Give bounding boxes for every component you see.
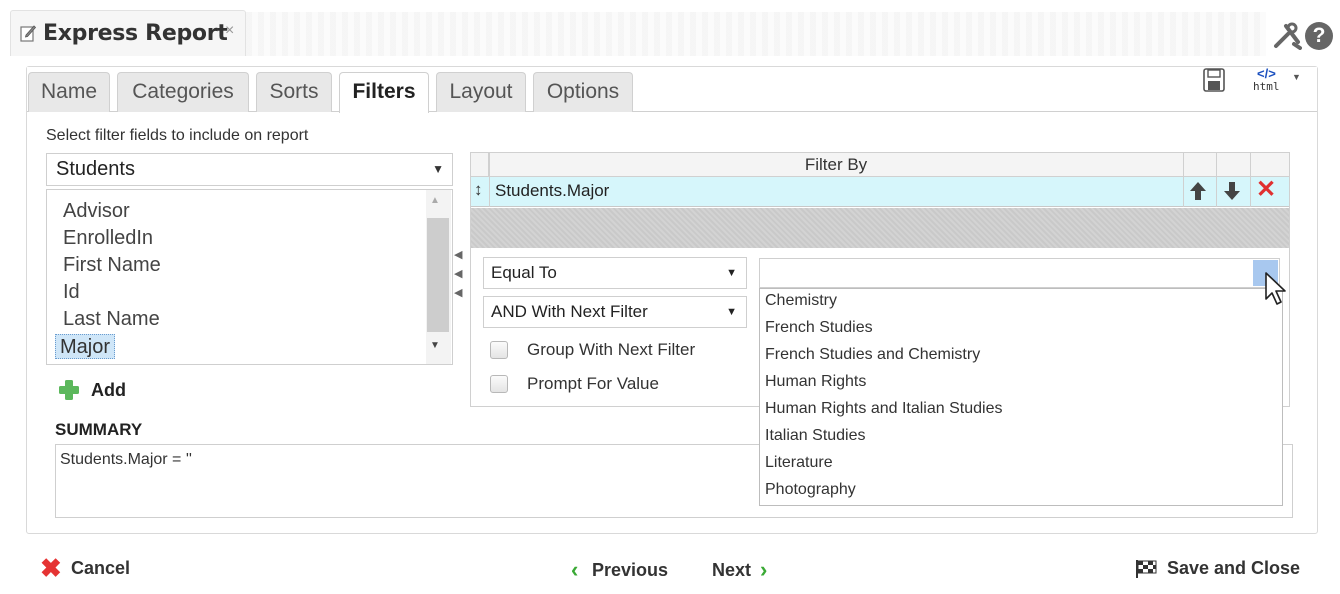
table-select-value: Students bbox=[56, 158, 135, 180]
edit-icon bbox=[20, 25, 36, 42]
scrollbar-thumb[interactable] bbox=[427, 218, 449, 332]
next-button-label: Next bbox=[712, 560, 752, 580]
list-item[interactable]: First Name bbox=[59, 253, 165, 278]
cancel-button-label: Cancel bbox=[71, 558, 131, 578]
summary-heading: SUMMARY bbox=[55, 420, 143, 439]
group-with-next-label: Group With Next Filter bbox=[527, 340, 696, 359]
column-divider bbox=[489, 153, 490, 207]
list-item-selected[interactable]: Major bbox=[55, 334, 116, 359]
move-handle-icon[interactable]: ↕ bbox=[474, 180, 483, 200]
title-bar-background bbox=[246, 12, 1266, 56]
join-select-value: AND With Next Filter bbox=[491, 302, 648, 321]
tab-categories[interactable]: Categories bbox=[117, 72, 249, 112]
tab-options[interactable]: Options bbox=[533, 72, 633, 112]
tools-icon[interactable] bbox=[1272, 22, 1302, 50]
chevron-down-icon: ▼ bbox=[726, 267, 737, 279]
add-button-label: Add bbox=[91, 380, 126, 400]
chevron-right-icon: › bbox=[760, 557, 768, 582]
list-item[interactable]: Last Name bbox=[59, 307, 164, 332]
list-item[interactable]: Italian Studies bbox=[765, 427, 866, 445]
help-icon[interactable]: ? bbox=[1305, 22, 1333, 50]
filter-grid-handle-column bbox=[471, 153, 489, 177]
filter-instruction: Select filter fields to include on repor… bbox=[46, 127, 309, 144]
chevron-left-icon: ‹ bbox=[571, 557, 579, 582]
save-and-close-label: Save and Close bbox=[1167, 558, 1301, 578]
tab-sorts[interactable]: Sorts bbox=[256, 72, 332, 112]
filter-field-name: Students.Major bbox=[495, 181, 610, 200]
filter-grid-empty-area bbox=[471, 208, 1289, 248]
checkered-flag-icon bbox=[1136, 560, 1157, 578]
list-item[interactable]: French Studies and Chemistry bbox=[765, 346, 980, 364]
scroll-down-icon[interactable]: ▼ bbox=[430, 340, 440, 351]
scroll-up-icon[interactable]: ▲ bbox=[430, 195, 440, 206]
previous-button-label: Previous bbox=[592, 560, 669, 580]
cancel-icon: ✖ bbox=[40, 553, 62, 583]
list-item[interactable]: Chemistry bbox=[765, 292, 837, 310]
window-title: Express Report bbox=[43, 21, 228, 46]
column-divider bbox=[1250, 153, 1251, 207]
arrow-down-icon[interactable] bbox=[1222, 180, 1242, 202]
filter-by-header: Filter By bbox=[804, 155, 868, 174]
list-item[interactable]: Human Rights bbox=[765, 373, 866, 391]
delete-icon[interactable]: ✕ bbox=[1256, 177, 1276, 203]
list-item[interactable]: French Studies bbox=[765, 319, 873, 337]
table-select[interactable]: Students ▼ bbox=[46, 153, 453, 186]
html-code-icon[interactable]: </> html ▼ bbox=[1250, 66, 1301, 100]
prompt-for-value-label: Prompt For Value bbox=[527, 374, 659, 393]
mouse-cursor-icon bbox=[1265, 272, 1286, 305]
join-select[interactable]: AND With Next Filter ▼ bbox=[483, 296, 747, 328]
prompt-for-value-checkbox[interactable] bbox=[490, 375, 508, 393]
field-listbox[interactable]: Advisor EnrolledIn First Name Id Last Na… bbox=[46, 189, 453, 365]
chevron-down-icon: ▼ bbox=[726, 306, 737, 318]
html-code-icon-label: html bbox=[1253, 80, 1280, 93]
list-item[interactable]: Human Rights and Italian Studies bbox=[765, 400, 1002, 418]
operator-select[interactable]: Equal To ▼ bbox=[483, 257, 747, 289]
close-icon[interactable]: × bbox=[225, 22, 234, 40]
html-code-icon-glyph: </> bbox=[1257, 66, 1276, 81]
list-item[interactable]: Id bbox=[59, 280, 84, 305]
filter-value-input[interactable] bbox=[759, 258, 1280, 288]
list-item[interactable]: Literature bbox=[765, 454, 833, 472]
tab-name[interactable]: Name bbox=[28, 72, 110, 112]
value-dropdown-list[interactable]: Chemistry French Studies French Studies … bbox=[759, 288, 1283, 506]
arrow-up-icon[interactable] bbox=[1188, 180, 1208, 202]
list-item[interactable]: EnrolledIn bbox=[59, 226, 157, 251]
group-with-next-checkbox[interactable] bbox=[490, 341, 508, 359]
chevron-down-icon[interactable]: ▼ bbox=[1292, 72, 1301, 82]
tab-layout[interactable]: Layout bbox=[436, 72, 526, 112]
column-divider bbox=[1216, 153, 1217, 207]
tab-filters[interactable]: Filters bbox=[339, 72, 429, 113]
splitter-handle[interactable]: ◀ ◀ ◀ bbox=[454, 246, 466, 310]
plus-icon bbox=[59, 380, 79, 400]
list-item[interactable]: Photography bbox=[765, 481, 856, 499]
list-item[interactable]: Advisor bbox=[59, 199, 134, 224]
operator-select-value: Equal To bbox=[491, 263, 557, 282]
column-divider bbox=[1183, 153, 1184, 207]
chevron-down-icon: ▼ bbox=[432, 162, 444, 176]
save-icon[interactable] bbox=[1203, 68, 1225, 92]
